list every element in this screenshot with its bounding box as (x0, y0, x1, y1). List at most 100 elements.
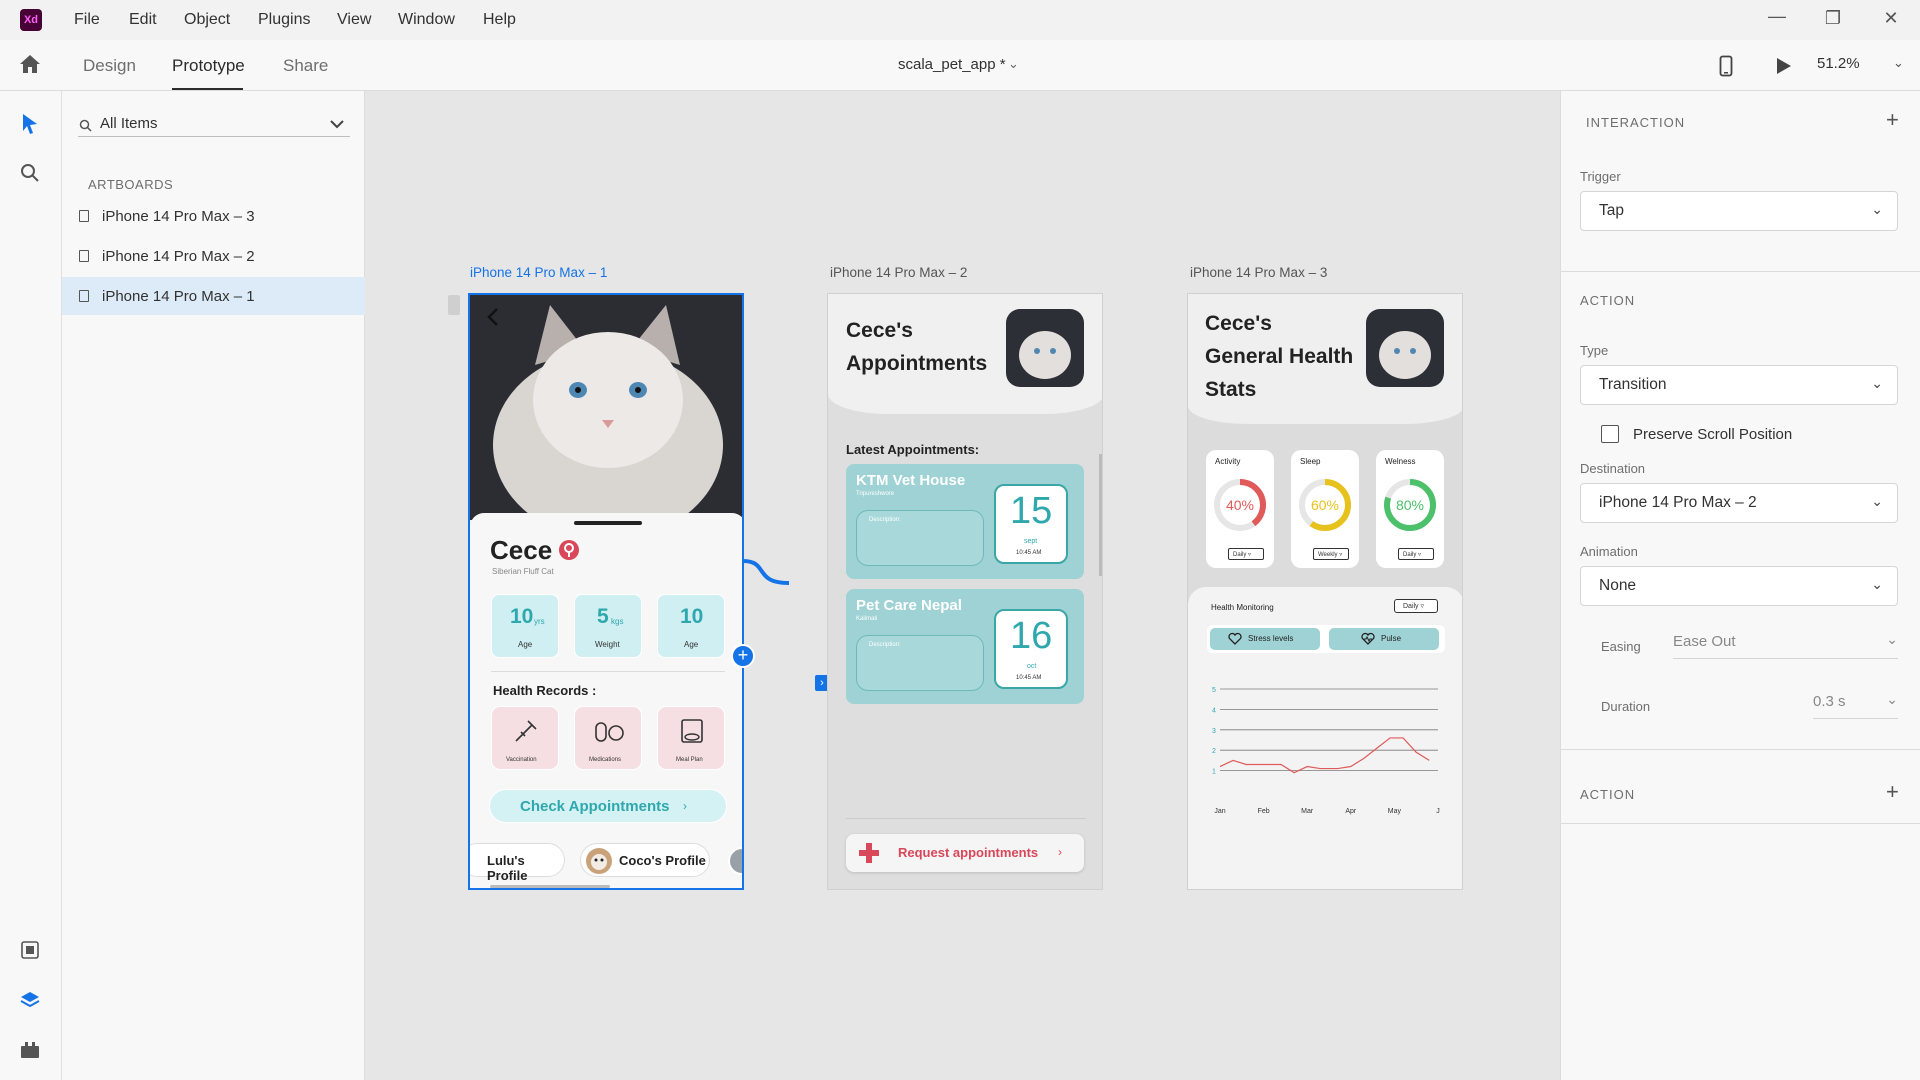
plugins-icon[interactable] (20, 1041, 40, 1059)
stat-card-weight[interactable]: 5 kgs Weight (574, 594, 642, 658)
tab-stress-levels[interactable]: Stress levels (1210, 628, 1320, 650)
check-appointments-button[interactable]: Check Appointments › (489, 789, 727, 823)
menu-plugins[interactable]: Plugins (258, 11, 310, 29)
pet-name: Cece (490, 535, 553, 565)
pulse-icon (1361, 632, 1375, 645)
date-time: 10:45 AM (1016, 675, 1042, 681)
stats-title-2: General Health (1205, 345, 1354, 368)
close-icon[interactable]: ✕ (1876, 8, 1906, 29)
request-appointments-button[interactable]: Request appointments › (846, 834, 1084, 872)
stat-card-age-2[interactable]: 10 Age (657, 594, 725, 658)
ring-card-welness[interactable]: Welness 80% Daily ▿ (1376, 450, 1444, 568)
chevron-down-icon[interactable]: ⌄ (1008, 56, 1019, 72)
destination-dropdown[interactable]: iPhone 14 Pro Max – 2 ⌄ (1580, 483, 1898, 523)
stat-label: Age (518, 640, 533, 649)
ring-value: 60% (1311, 497, 1339, 513)
back-arrow-icon[interactable] (486, 307, 500, 327)
stat-card-age[interactable]: 10 yrs Age (491, 594, 559, 658)
record-meal-plan[interactable]: Meal Plan (657, 706, 725, 770)
type-dropdown[interactable]: Transition ⌄ (1580, 365, 1898, 405)
layer-label: iPhone 14 Pro Max – 3 (102, 208, 255, 225)
ring-value: 40% (1226, 497, 1254, 513)
artboard-2-title[interactable]: iPhone 14 Pro Max – 2 (830, 265, 967, 280)
chevron-down-icon: ⌄ (1886, 691, 1898, 707)
toolbar: Design Prototype Share scala_pet_app * ⌄… (0, 40, 1920, 91)
record-label: Medications (589, 757, 622, 763)
search-filter-value: All Items (100, 115, 158, 132)
minimize-icon[interactable]: — (1762, 6, 1792, 27)
layers-icon[interactable] (20, 991, 40, 1009)
animation-label: Animation (1580, 544, 1638, 559)
monitor-period-select[interactable]: Daily ▿ (1394, 599, 1438, 613)
zoom-tool-icon[interactable] (20, 163, 40, 183)
y-tick-label: 4 (1212, 707, 1216, 714)
tab-pulse[interactable]: Pulse (1329, 628, 1439, 650)
period-select[interactable]: Daily ▿ (1228, 548, 1264, 560)
play-icon[interactable] (1775, 56, 1793, 76)
period-value: Daily (1403, 603, 1419, 610)
artboard-2[interactable]: Cece's Appointments Latest Appointments:… (827, 293, 1103, 890)
cat-photo (470, 295, 742, 520)
layer-artboard-1[interactable]: iPhone 14 Pro Max – 1 (62, 277, 365, 315)
appointment-card-1[interactable]: KTM Vet House Tripureshwore Description:… (846, 464, 1084, 579)
layer-artboard-3[interactable]: iPhone 14 Pro Max – 3 (62, 197, 365, 235)
divider (491, 671, 725, 672)
y-tick-label: 2 (1212, 748, 1216, 755)
tab-prototype[interactable]: Prototype (172, 56, 245, 76)
record-medications[interactable]: Medications (574, 706, 642, 770)
artboard-3[interactable]: Cece's General Health Stats Activity 40% D… (1187, 293, 1463, 890)
drag-handle[interactable] (574, 521, 642, 525)
menu-window[interactable]: Window (398, 11, 455, 29)
menu-file[interactable]: File (74, 11, 100, 29)
artboard-1[interactable]: Cece Siberian Fluff Cat 10 yrs Age 5 kgs… (468, 293, 744, 890)
menu-object[interactable]: Object (184, 11, 230, 29)
ring-value: 80% (1396, 497, 1424, 513)
appointment-card-2[interactable]: Pet Care Nepal Kalimati Description: 16 … (846, 589, 1084, 704)
menu-help[interactable]: Help (483, 11, 516, 29)
layer-label: iPhone 14 Pro Max – 1 (102, 288, 255, 305)
home-icon[interactable] (19, 54, 41, 74)
add-action-icon[interactable]: + (1886, 779, 1899, 805)
select-tool-icon[interactable] (21, 113, 39, 135)
chevron-down-icon: ⌄ (1871, 201, 1883, 217)
friend-chip-lulu[interactable]: Lulu's Profile (470, 843, 565, 883)
stat-rings: Activity 40% Daily ▿ Sleep 60% Weekly ▿ Welnes… (1188, 450, 1462, 570)
duration-input[interactable]: 0.3 s ⌄ (1813, 689, 1898, 719)
horizontal-scrollbar[interactable] (490, 885, 610, 888)
add-interaction-icon[interactable]: + (731, 644, 755, 668)
friend-chip-coco[interactable]: Coco's Profile (580, 843, 710, 877)
filter-chevron-icon[interactable] (330, 119, 344, 129)
zoom-level[interactable]: 51.2% (1817, 55, 1860, 72)
period-select[interactable]: Daily ▿ (1398, 548, 1434, 560)
tab-share[interactable]: Share (283, 56, 328, 76)
preserve-scroll-checkbox[interactable] (1601, 425, 1619, 443)
document-title[interactable]: scala_pet_app * (898, 56, 1006, 73)
menu-edit[interactable]: Edit (129, 11, 157, 29)
layer-artboard-2[interactable]: iPhone 14 Pro Max – 2 (62, 237, 365, 275)
description-box[interactable]: Description: (856, 635, 984, 691)
easing-dropdown[interactable]: Ease Out ⌄ (1673, 629, 1898, 659)
ring-card-activity[interactable]: Activity 40% Daily ▿ (1206, 450, 1274, 568)
home-artboard-flag-icon[interactable] (448, 295, 460, 315)
artboard-3-title[interactable]: iPhone 14 Pro Max – 3 (1190, 265, 1327, 280)
assets-icon[interactable] (21, 941, 39, 959)
prototype-wire[interactable] (729, 553, 789, 593)
dog-avatar (586, 848, 612, 874)
menu-view[interactable]: View (337, 11, 371, 29)
description-box[interactable]: Description: (856, 510, 984, 566)
appointments-title-1: Cece's (846, 319, 913, 342)
layers-panel: All Items ARTBOARDS iPhone 14 Pro Max – … (62, 91, 365, 1080)
restore-icon[interactable]: ❐ (1818, 8, 1848, 29)
add-interaction-icon[interactable]: + (1886, 107, 1899, 133)
zoom-chevron-icon[interactable]: ⌄ (1893, 55, 1904, 71)
period-select[interactable]: Weekly ▿ (1313, 548, 1349, 560)
artboard-1-title[interactable]: iPhone 14 Pro Max – 1 (470, 265, 607, 280)
vertical-scrollbar[interactable] (1099, 454, 1102, 576)
canvas[interactable]: iPhone 14 Pro Max – 1 Cece Siberian Fluf… (365, 91, 1560, 1080)
animation-dropdown[interactable]: None ⌄ (1580, 566, 1898, 606)
trigger-dropdown[interactable]: Tap ⌄ (1580, 191, 1898, 231)
record-vaccination[interactable]: Vaccination (491, 706, 559, 770)
tab-design[interactable]: Design (83, 56, 136, 76)
ring-card-sleep[interactable]: Sleep 60% Weekly ▿ (1291, 450, 1359, 568)
device-preview-icon[interactable] (1719, 55, 1733, 77)
